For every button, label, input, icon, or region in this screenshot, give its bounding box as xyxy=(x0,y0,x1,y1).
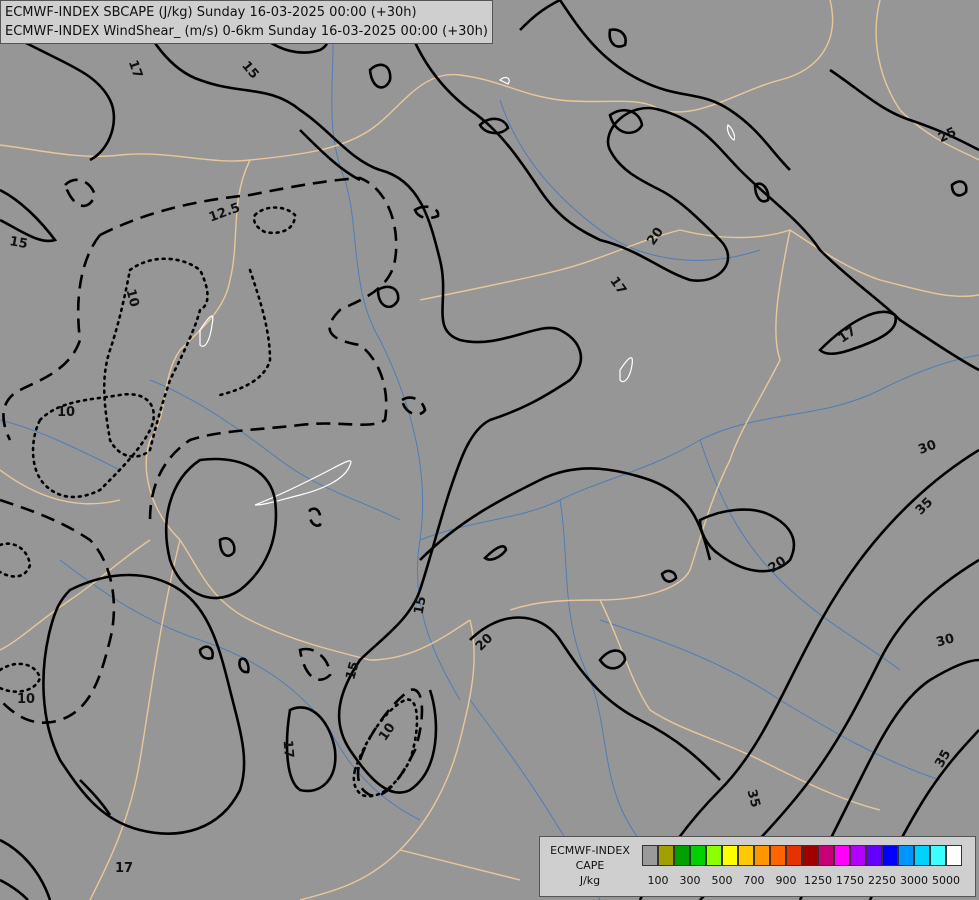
legend-tick-label: 700 xyxy=(743,874,765,887)
legend-swatch xyxy=(658,845,674,866)
contour-label: 15 xyxy=(8,234,28,252)
windshear-title: ECMWF-INDEX WindShear_ (m/s) 0-6km Sunda… xyxy=(5,24,488,39)
legend-tick-label: 2250 xyxy=(868,874,896,887)
legend-swatch xyxy=(802,845,818,866)
legend-swatch xyxy=(850,845,866,866)
legend-swatch xyxy=(930,845,946,866)
legend-swatch xyxy=(898,845,914,866)
contour-label: 15 xyxy=(412,595,430,615)
contour-label: 17 xyxy=(115,861,133,876)
legend-title-line3: J/kg xyxy=(579,874,601,887)
legend-swatch xyxy=(754,845,770,866)
legend-swatch xyxy=(818,845,834,866)
legend-swatch xyxy=(738,845,754,866)
legend-swatch xyxy=(882,845,898,866)
weather-map: 17 15 15 12.5 10 10 20 17 25 17 30 35 20… xyxy=(0,0,979,900)
cape-title: ECMWF-INDEX SBCAPE (J/kg) Sunday 16-03-2… xyxy=(5,5,417,20)
legend-swatch xyxy=(770,845,786,866)
legend-swatch xyxy=(786,845,802,866)
contour-label: 10 xyxy=(17,692,35,707)
legend-swatch xyxy=(690,845,706,866)
legend-tick-label: 900 xyxy=(775,874,797,887)
legend-tick-label: 500 xyxy=(711,874,733,887)
cape-legend: ECMWF-INDEX CAPE J/kg 100 300 500 700 900 125… xyxy=(539,836,976,897)
legend-tick-label: 3000 xyxy=(900,874,928,887)
legend-swatch xyxy=(642,845,658,866)
legend-swatch xyxy=(706,845,722,866)
legend-swatch xyxy=(914,845,930,866)
legend-swatch xyxy=(674,845,690,866)
legend-tick-label: 5000 xyxy=(932,874,960,887)
legend-title-line2: CAPE xyxy=(575,859,605,872)
legend-tick-label: 1750 xyxy=(836,874,864,887)
legend-swatch xyxy=(866,845,882,866)
legend-title: ECMWF-INDEX CAPE J/kg xyxy=(540,843,640,888)
legend-tick-label: 300 xyxy=(679,874,701,887)
legend-tick-label: 100 xyxy=(647,874,669,887)
legend-tick-label: 1250 xyxy=(804,874,832,887)
legend-swatch xyxy=(722,845,738,866)
map-title-box: ECMWF-INDEX SBCAPE (J/kg) Sunday 16-03-2… xyxy=(0,0,493,44)
legend-swatch xyxy=(946,845,962,866)
contour-label: 10 xyxy=(57,405,75,420)
legend-swatch xyxy=(834,845,850,866)
contour-label: 17 xyxy=(280,740,297,759)
legend-title-line1: ECMWF-INDEX xyxy=(550,844,630,857)
